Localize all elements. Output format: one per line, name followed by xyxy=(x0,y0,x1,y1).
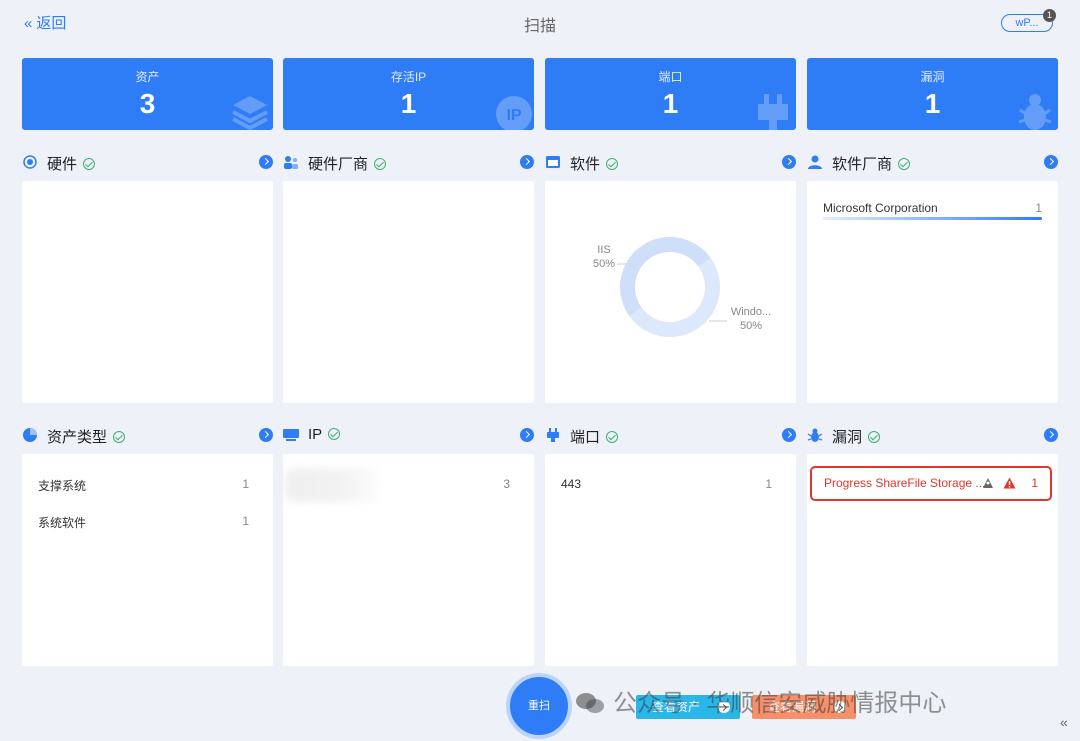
plug-icon xyxy=(547,428,559,442)
software-donut-chart xyxy=(617,236,727,337)
stat-label: 端口 xyxy=(658,70,683,84)
asset-type-panel: 支撑系统 1 系统软件 1 xyxy=(22,454,273,666)
window-icon xyxy=(546,156,560,168)
bug-icon xyxy=(807,428,823,442)
section-header-software-vendor: 软件厂商 xyxy=(807,152,1058,173)
check-circle-icon xyxy=(868,431,881,443)
donut-slice-0[interactable] xyxy=(629,257,720,337)
section-title: 资产类型 xyxy=(47,429,108,446)
chevron-right-icon[interactable] xyxy=(259,155,273,169)
check-circle-icon xyxy=(113,431,126,443)
asset-type-name: 支撑系统 xyxy=(38,479,87,493)
stat-card-vulns[interactable]: 漏洞 1 xyxy=(807,58,1058,130)
warning-icon xyxy=(1003,477,1016,489)
check-circle-icon xyxy=(898,158,911,170)
vendor-count: 1 xyxy=(1035,201,1042,215)
section-header-asset-type: 资产类型 xyxy=(22,425,273,446)
bug-icon xyxy=(1018,94,1052,130)
list-item[interactable]: Progress ShareFile Storage ... 1 xyxy=(810,466,1052,501)
check-circle-icon xyxy=(328,428,341,440)
hardware-vendor-panel xyxy=(283,181,534,403)
ip-panel: 3 xyxy=(283,454,534,666)
section-header-hardware-vendor: 硬件厂商 xyxy=(283,152,534,173)
asset-type-name: 系统软件 xyxy=(38,516,87,530)
stat-label: 资产 xyxy=(135,70,160,84)
asset-type-count: 1 xyxy=(242,477,249,491)
vuln-count: 1 xyxy=(1031,476,1038,490)
asset-type-count: 1 xyxy=(242,514,249,528)
section-header-hardware: 硬件 xyxy=(22,152,273,173)
section-header-software: 软件 xyxy=(545,152,796,173)
donut-slice-1[interactable] xyxy=(620,236,711,317)
rescan-button[interactable]: 重扫 xyxy=(506,673,572,739)
wechat-icon xyxy=(576,693,604,713)
chart-label-windows: Windo... 50% xyxy=(730,306,772,332)
section-header-ip: IP xyxy=(283,425,534,445)
stat-card-live-ip[interactable]: 存活IP 1 IP xyxy=(283,58,534,130)
plug-icon xyxy=(758,94,788,130)
check-circle-icon xyxy=(606,158,619,170)
stat-label: 漏洞 xyxy=(920,70,945,84)
pie-icon xyxy=(23,428,37,442)
redacted-ip xyxy=(285,468,385,502)
chevron-right-icon[interactable] xyxy=(782,155,796,169)
section-header-vuln: 漏洞 xyxy=(807,425,1058,446)
vendor-icon xyxy=(284,156,298,169)
stat-card-ports[interactable]: 端口 1 xyxy=(545,58,796,130)
port-count: 1 xyxy=(765,477,772,491)
section-title: 硬件厂商 xyxy=(308,156,369,173)
person-icon xyxy=(983,478,993,488)
svg-text:IP: IP xyxy=(506,107,521,124)
ip-count: 3 xyxy=(503,477,510,491)
port-panel: 443 1 xyxy=(545,454,796,666)
hardware-panel xyxy=(22,181,273,403)
section-title: 软件 xyxy=(570,156,601,173)
section-title: 端口 xyxy=(570,429,601,446)
chip-icon xyxy=(23,155,37,169)
layers-icon xyxy=(232,96,268,130)
collapse-icon[interactable]: « xyxy=(1060,714,1068,730)
list-item[interactable]: 443 1 xyxy=(561,477,780,491)
list-item[interactable]: 支撑系统 1 xyxy=(38,477,257,494)
vuln-name: Progress ShareFile Storage ... xyxy=(824,476,986,490)
page-title: 扫描 xyxy=(523,18,556,35)
vendor-name: Microsoft Corporation xyxy=(823,201,938,215)
chevron-right-icon[interactable] xyxy=(1044,155,1058,169)
vuln-panel: Progress ShareFile Storage ... 1 xyxy=(807,454,1058,666)
ip-icon: IP xyxy=(496,96,532,130)
check-circle-icon xyxy=(606,431,619,443)
notification-badge: 1 xyxy=(1043,9,1056,22)
chevron-right-icon[interactable] xyxy=(520,428,534,442)
software-panel: IIS 50% Windo... 50% xyxy=(545,181,796,403)
chevron-right-icon[interactable] xyxy=(520,155,534,169)
watermark-text: 公众号 · 华顺信安威胁情报中心 xyxy=(613,690,947,717)
stat-card-assets[interactable]: 资产 3 xyxy=(22,58,273,130)
vendor-share-bar xyxy=(823,217,1042,220)
section-title: 漏洞 xyxy=(832,429,863,446)
port-number: 443 xyxy=(561,477,582,491)
chevron-right-icon[interactable] xyxy=(782,428,796,442)
user-icon xyxy=(808,155,822,169)
watermark: 公众号 · 华顺信安威胁情报中心 xyxy=(575,683,946,718)
chart-label-iis: IIS 50% xyxy=(592,244,616,270)
list-item[interactable]: 系统软件 1 xyxy=(38,514,257,531)
check-circle-icon xyxy=(374,158,387,170)
software-vendor-panel: Microsoft Corporation 1 xyxy=(807,181,1058,403)
section-title: 软件厂商 xyxy=(832,156,893,173)
list-item[interactable]: Microsoft Corporation 1 xyxy=(823,201,1042,215)
section-header-port: 端口 xyxy=(545,425,796,446)
stat-label: 存活IP xyxy=(390,70,427,84)
chevron-right-icon[interactable] xyxy=(259,428,273,442)
chevron-right-icon[interactable] xyxy=(1044,428,1058,442)
check-circle-icon xyxy=(83,158,96,170)
monitor-icon xyxy=(283,429,299,441)
section-title: 硬件 xyxy=(47,156,78,173)
top-bar: «返回 扫描 wP... 1 xyxy=(0,0,1080,44)
section-title: IP xyxy=(308,426,323,443)
